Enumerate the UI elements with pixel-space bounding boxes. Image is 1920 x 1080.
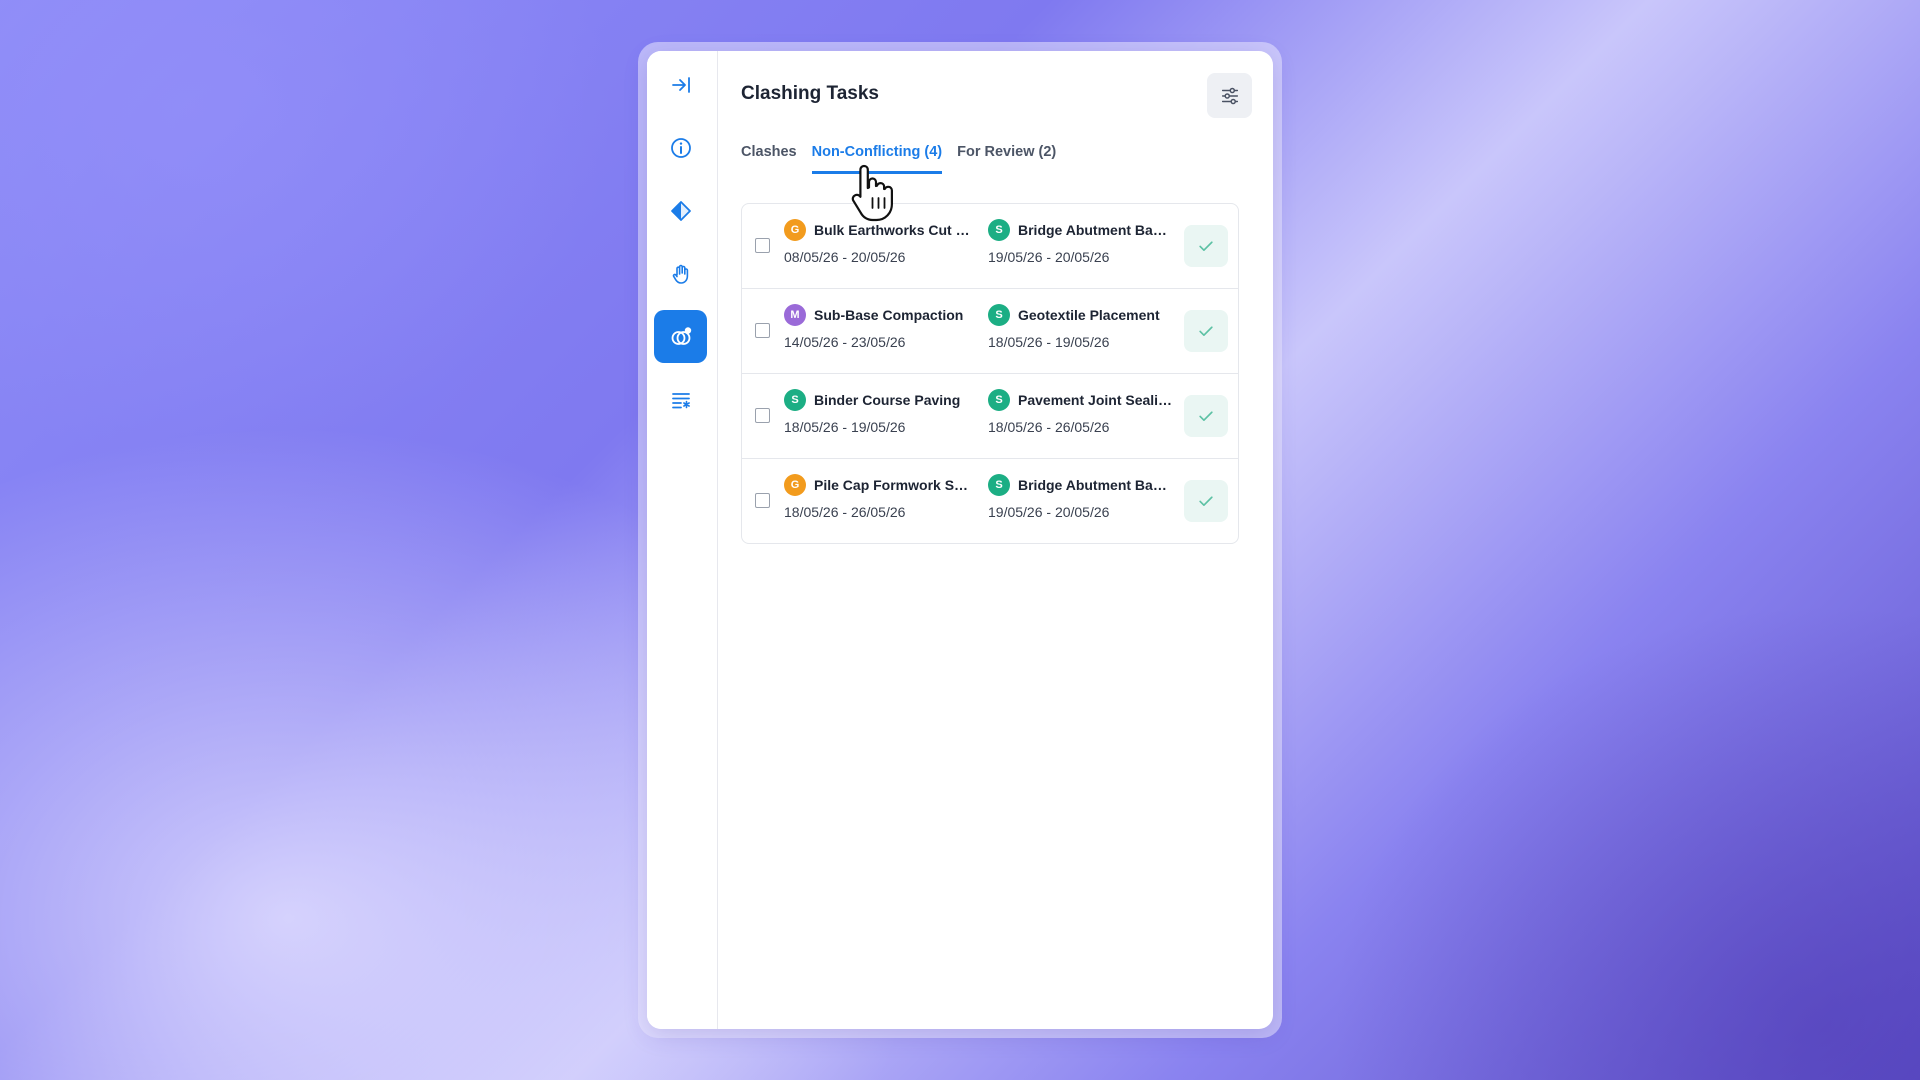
approve-button[interactable] xyxy=(1184,480,1228,522)
hand-pointer-cursor-icon xyxy=(851,164,893,222)
sliders-icon xyxy=(1221,87,1238,104)
task-dates: 18/05/26 - 26/05/26 xyxy=(784,504,906,520)
approve-button[interactable] xyxy=(1184,395,1228,437)
task-name[interactable]: Bulk Earthworks Cut … xyxy=(814,222,970,238)
task-dates: 19/05/26 - 20/05/26 xyxy=(988,504,1110,520)
task-dates: 18/05/26 - 19/05/26 xyxy=(988,334,1110,350)
task-name[interactable]: Sub-Base Compaction xyxy=(814,307,963,323)
task-dates: 18/05/26 - 26/05/26 xyxy=(988,419,1110,435)
task-type-badge: S xyxy=(988,474,1010,496)
list-item: G Bulk Earthworks Cut … 08/05/26 - 20/05… xyxy=(742,204,1238,289)
page-title: Clashing Tasks xyxy=(741,83,879,104)
task-a: G Pile Cap Formwork S… 18/05/26 - 26/05/… xyxy=(784,474,979,520)
row-checkbox[interactable] xyxy=(755,493,770,508)
tab-clashes[interactable]: Clashes xyxy=(741,144,797,174)
approve-button[interactable] xyxy=(1184,310,1228,352)
task-b: S Bridge Abutment Ba… 19/05/26 - 20/05/2… xyxy=(988,219,1183,265)
approve-button[interactable] xyxy=(1184,225,1228,267)
task-b: S Bridge Abutment Ba… 19/05/26 - 20/05/2… xyxy=(988,474,1183,520)
list-item: G Pile Cap Formwork S… 18/05/26 - 26/05/… xyxy=(742,459,1238,543)
panel-content: Clashing Tasks Clashes Non-Conflicting (… xyxy=(718,51,1273,1029)
collapse-panel-button[interactable] xyxy=(654,58,707,111)
clashing-tasks-panel: Clashing Tasks Clashes Non-Conflicting (… xyxy=(647,51,1273,1029)
row-checkbox[interactable] xyxy=(755,323,770,338)
task-type-badge: G xyxy=(784,474,806,496)
task-a: G Bulk Earthworks Cut … 08/05/26 - 20/05… xyxy=(784,219,979,265)
row-checkbox[interactable] xyxy=(755,238,770,253)
task-a: S Binder Course Paving 18/05/26 - 19/05/… xyxy=(784,389,979,435)
overlap-circles-icon xyxy=(671,326,691,345)
info-button[interactable] xyxy=(654,121,707,174)
check-icon xyxy=(1199,241,1213,251)
task-name[interactable]: Pile Cap Formwork S… xyxy=(814,477,968,493)
side-rail xyxy=(647,51,718,1029)
info-icon xyxy=(670,137,691,158)
task-name[interactable]: Bridge Abutment Ba… xyxy=(1018,477,1167,493)
task-type-badge: G xyxy=(784,219,806,241)
list-item: S Binder Course Paving 18/05/26 - 19/05/… xyxy=(742,374,1238,459)
list-item: M Sub-Base Compaction 14/05/26 - 23/05/2… xyxy=(742,289,1238,374)
diamond-icon xyxy=(670,200,691,221)
task-a: M Sub-Base Compaction 14/05/26 - 23/05/2… xyxy=(784,304,979,350)
task-type-badge: M xyxy=(784,304,806,326)
task-dates: 19/05/26 - 20/05/26 xyxy=(988,249,1110,265)
task-type-badge: S xyxy=(988,219,1010,241)
task-b: S Pavement Joint Seali… 18/05/26 - 26/05… xyxy=(988,389,1183,435)
task-dates: 08/05/26 - 20/05/26 xyxy=(784,249,906,265)
task-b: S Geotextile Placement 18/05/26 - 19/05/… xyxy=(988,304,1183,350)
task-name[interactable]: Binder Course Paving xyxy=(814,392,960,408)
check-icon xyxy=(1199,411,1213,421)
hold-button[interactable] xyxy=(654,247,707,300)
clash-pair-list: G Bulk Earthworks Cut … 08/05/26 - 20/05… xyxy=(741,203,1239,544)
filter-settings-button[interactable] xyxy=(1207,73,1252,118)
task-dates: 18/05/26 - 19/05/26 xyxy=(784,419,906,435)
check-icon xyxy=(1199,496,1213,506)
check-icon xyxy=(1199,326,1213,336)
tab-for-review[interactable]: For Review (2) xyxy=(957,144,1056,174)
task-type-badge: S xyxy=(784,389,806,411)
list-asterisk-icon xyxy=(671,392,690,408)
clashes-button[interactable] xyxy=(654,310,707,363)
task-type-badge: S xyxy=(988,304,1010,326)
hand-icon xyxy=(672,264,688,284)
tab-bar: Clashes Non-Conflicting (4) For Review (… xyxy=(741,144,1056,174)
task-name[interactable]: Pavement Joint Seali… xyxy=(1018,392,1172,408)
task-name[interactable]: Bridge Abutment Ba… xyxy=(1018,222,1167,238)
milestone-button[interactable] xyxy=(654,184,707,237)
arrow-to-right-icon xyxy=(671,76,690,93)
task-name[interactable]: Geotextile Placement xyxy=(1018,307,1160,323)
task-type-badge: S xyxy=(988,389,1010,411)
row-checkbox[interactable] xyxy=(755,408,770,423)
task-dates: 14/05/26 - 23/05/26 xyxy=(784,334,906,350)
task-list-button[interactable] xyxy=(654,373,707,426)
